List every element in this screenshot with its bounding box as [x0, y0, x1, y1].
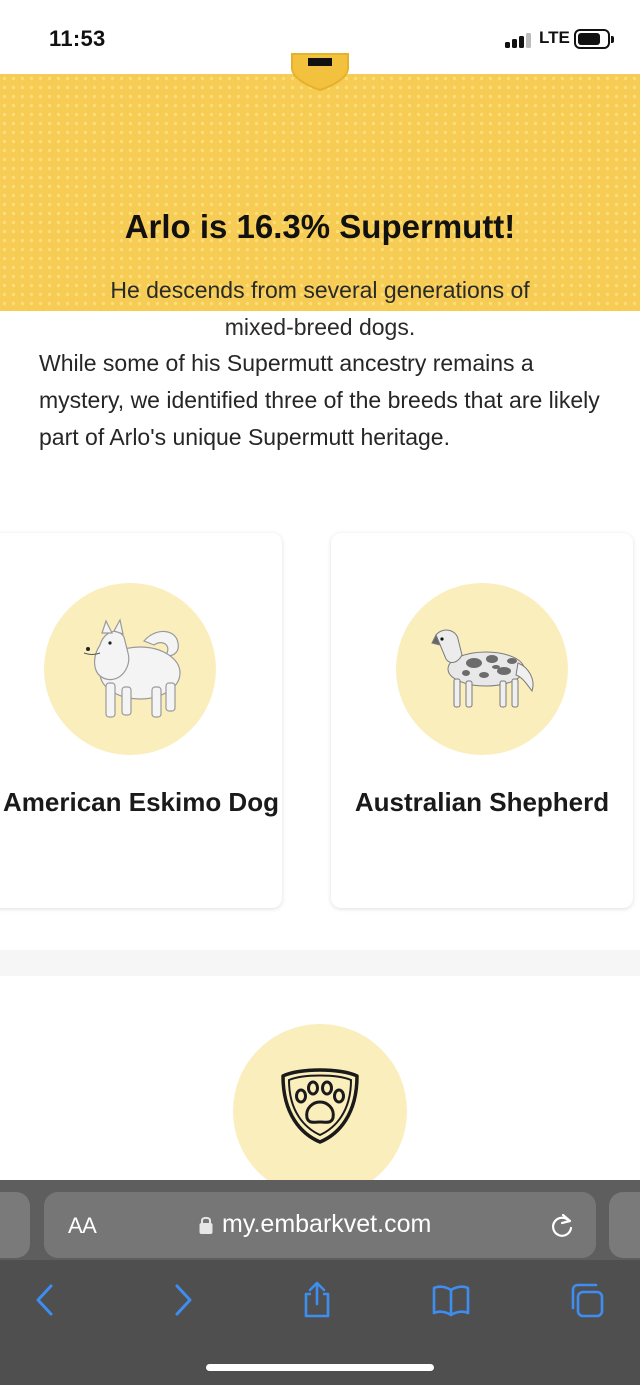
bookmarks-icon[interactable] — [430, 1280, 472, 1320]
next-section-circle — [233, 1024, 407, 1198]
browser-toolbar — [0, 1260, 640, 1385]
breed-image-circle — [44, 583, 216, 755]
paw-shield-icon — [281, 1068, 359, 1144]
url-text: my.embarkvet.com — [222, 1210, 432, 1238]
section-divider — [0, 950, 640, 976]
australian-shepherd-illustration — [431, 629, 534, 708]
shield-badge-icon — [291, 53, 349, 92]
ancestry-intro-text: While some of his Supermutt ancestry rem… — [39, 350, 600, 450]
status-time: 11:53 — [49, 26, 106, 51]
banner-title: Arlo is 16.3% Supermutt! — [124, 208, 516, 245]
home-indicator — [206, 1364, 434, 1371]
signal-icon — [505, 32, 533, 48]
banner-subtitle: He descends from several generations of … — [110, 277, 530, 340]
breed-card-american-eskimo[interactable]: American Eskimo Dog — [0, 533, 282, 908]
lock-icon — [199, 1216, 213, 1234]
back-icon[interactable] — [32, 1280, 58, 1320]
breed-card-australian-shepherd[interactable]: Australian Shepherd — [331, 533, 633, 908]
breed-image-circle — [396, 583, 568, 755]
supermutt-banner: Arlo is 16.3% Supermutt! He descends fro… — [0, 53, 640, 340]
browser-address-area: AA my.embarkvet.com — [0, 1180, 640, 1260]
forward-icon[interactable] — [170, 1280, 196, 1320]
text-size-button[interactable]: AA — [68, 1213, 97, 1239]
reload-icon[interactable] — [549, 1212, 575, 1240]
breed-name: Australian Shepherd — [354, 787, 610, 817]
breed-name: American Eskimo Dog — [3, 787, 279, 817]
share-icon[interactable] — [300, 1280, 334, 1320]
tabs-icon[interactable] — [568, 1280, 606, 1320]
american-eskimo-dog-illustration — [83, 618, 181, 718]
network-label: LTE — [539, 28, 570, 47]
address-bar[interactable]: AA my.embarkvet.com — [44, 1192, 596, 1258]
previous-tab-preview[interactable] — [0, 1192, 30, 1258]
next-tab-preview[interactable] — [609, 1192, 640, 1258]
battery-icon — [574, 29, 614, 49]
